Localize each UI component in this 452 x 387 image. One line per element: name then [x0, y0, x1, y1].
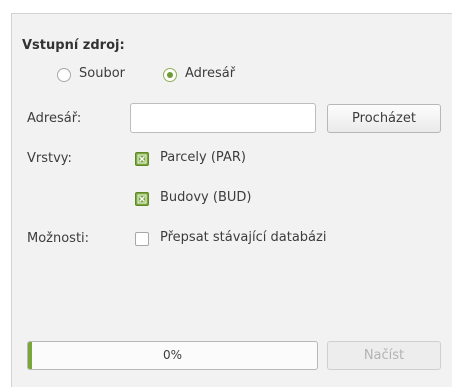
radio-adresar[interactable]: [163, 68, 177, 82]
checkbox-overwrite-label[interactable]: Přepsat stávající databázi: [160, 230, 326, 245]
checkbox-parcely-label[interactable]: Parcely (PAR): [160, 150, 246, 165]
checkbox-budovy[interactable]: [135, 192, 149, 206]
checkbox-overwrite[interactable]: [135, 232, 149, 246]
checkbox-parcely[interactable]: [135, 152, 149, 166]
radio-soubor[interactable]: [57, 68, 71, 82]
directory-label: Adresář:: [27, 111, 82, 126]
progress-bar: 0%: [27, 341, 318, 370]
check-icon: [137, 154, 147, 164]
check-icon: [137, 194, 147, 204]
options-label: Možnosti:: [27, 231, 90, 246]
source-title: Vstupní zdroj:: [22, 38, 125, 53]
checkbox-budovy-label[interactable]: Budovy (BUD): [160, 190, 251, 205]
browse-button[interactable]: Procházet: [327, 104, 441, 133]
directory-input[interactable]: [130, 103, 316, 133]
radio-soubor-label[interactable]: Soubor: [79, 66, 125, 81]
load-button[interactable]: Načíst: [327, 341, 441, 370]
radio-adresar-label[interactable]: Adresář: [185, 66, 235, 81]
progress-text: 0%: [162, 348, 183, 362]
layers-label: Vrstvy:: [27, 151, 72, 166]
